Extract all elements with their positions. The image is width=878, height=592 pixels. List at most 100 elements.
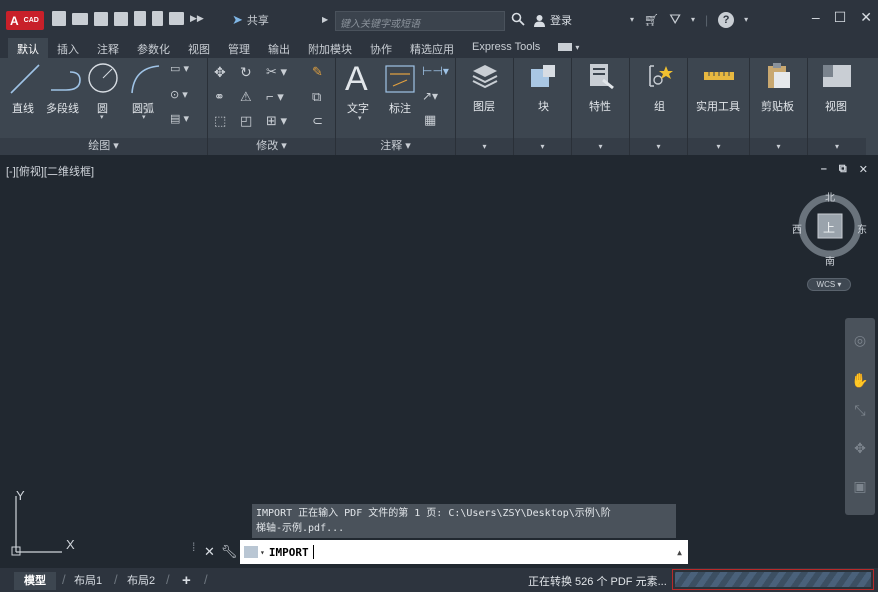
showmotion-icon[interactable]: ▣ [850,478,870,498]
layout-tab-layout2[interactable]: 布局2 [117,572,165,590]
array-icon[interactable]: ⊞ ▾ [266,113,287,129]
draw-panel-footer[interactable]: 绘图 ▾ [0,138,207,155]
help-dropdown-icon[interactable]: ▾ [744,15,748,24]
share-button[interactable]: ➤ 共享 [232,12,269,28]
polyline-label[interactable]: 多段线 [46,100,79,116]
save-as-icon[interactable] [114,11,128,26]
explode-icon[interactable]: ⧉ [312,89,321,105]
command-line-close-icon[interactable]: ✕ [204,544,218,560]
customize-wrench-icon[interactable]: 🔧︎ [218,544,240,560]
circle-icon[interactable] [86,61,120,95]
orbit-icon[interactable]: ✥ [850,440,870,460]
tab-collaborate[interactable]: 协作 [361,38,401,58]
arc-dropdown-icon[interactable]: ▾ [142,113,146,121]
hatch-icon[interactable]: ▤ ▾ [170,112,189,125]
tab-express-tools[interactable]: Express Tools [463,38,549,58]
block-expand-icon[interactable]: ▾ [514,138,571,155]
clipboard-button[interactable]: 剪贴板 ▾ [750,58,808,155]
compass-south[interactable]: 南 [825,253,835,268]
properties-button[interactable]: 特性 ▾ [572,58,630,155]
compass-east[interactable]: 东 [857,221,867,236]
app-logo[interactable]: A CAD [6,11,44,30]
block-button[interactable]: 块 ▾ [514,58,572,155]
wcs-menu[interactable]: WCS ▾ [807,278,851,291]
search-expand-icon[interactable]: ▶ [322,15,328,24]
dropdown-arrow-icon-2[interactable]: ▾ [691,15,695,24]
polyline-icon[interactable] [48,62,84,96]
maximize-icon[interactable]: ☐ [834,9,847,26]
export-icon[interactable] [134,11,146,26]
save-icon[interactable] [94,11,108,26]
stretch-icon[interactable]: ⬚ [214,113,226,129]
layers-button[interactable]: 图层 ▾ [456,58,514,155]
fillet-icon[interactable]: ⌐ ▾ [266,89,284,105]
group-button[interactable]: 组 ▾ [630,58,688,155]
rectangle-icon[interactable]: ▭ ▾ [170,62,189,75]
tab-addins[interactable]: 附加模块 [299,38,361,58]
tab-view[interactable]: 视图 [179,38,219,58]
scale-icon[interactable]: ◰ [240,113,252,129]
tab-insert[interactable]: 插入 [48,38,88,58]
properties-expand-icon[interactable]: ▾ [572,138,629,155]
leader-icon[interactable]: ↗▾ [422,89,438,103]
viewport-controls-label[interactable]: [-][俯视][二维线框] [6,163,94,179]
dimension-icon[interactable] [384,64,416,94]
steering-wheel-icon[interactable]: ◎ [850,332,870,352]
compass-west[interactable]: 西 [792,221,802,236]
mirror-icon[interactable]: ⚠ [240,89,252,105]
ellipse-icon[interactable]: ⊙ ▾ [170,88,188,101]
command-history-expand-icon[interactable]: ▲ [677,548,682,557]
dimension-label[interactable]: 标注 [389,100,411,116]
utilities-button[interactable]: 实用工具 ▾ [688,58,750,155]
minimize-icon[interactable]: – [812,9,820,26]
help-icon[interactable]: ? [718,11,735,28]
cart-icon[interactable]: 🛒︎ [644,13,659,27]
recent-commands-dropdown-icon[interactable]: ▾ [260,548,265,557]
viewport-minimize-icon[interactable]: – [821,163,827,176]
view-expand-icon[interactable]: ▾ [808,138,866,155]
erase-icon[interactable]: ✎ [312,64,323,80]
publish-icon[interactable] [152,11,163,26]
group-expand-icon[interactable]: ▾ [630,138,687,155]
viewport-close-icon[interactable]: ✕ [859,163,868,176]
autodesk-icon[interactable]: ⛛ [669,11,681,28]
modify-panel-footer[interactable]: 修改 ▾ [208,138,335,155]
offset-icon[interactable]: ⊂ [312,113,323,129]
rotate-icon[interactable]: ↻ [240,64,252,81]
text-dropdown-icon[interactable]: ▾ [358,114,362,122]
linear-dim-icon[interactable]: ⊢⊣▾ [422,64,449,78]
viewcube-face-top[interactable]: 上 [823,219,835,236]
utilities-expand-icon[interactable]: ▾ [688,138,749,155]
command-input[interactable]: ▾ IMPORT ▲ [240,540,688,564]
layers-expand-icon[interactable]: ▾ [456,138,513,155]
view-button[interactable]: 视图 ▾ [808,58,866,155]
tab-featured-apps[interactable]: 精选应用 [401,38,463,58]
clipboard-expand-icon[interactable]: ▾ [750,138,807,155]
add-layout-button[interactable]: + [172,572,201,590]
viewport-restore-icon[interactable]: ⧉ [839,163,847,176]
table-icon[interactable]: ▦ [424,112,436,128]
tab-output[interactable]: 输出 [259,38,299,58]
tab-manage[interactable]: 管理 [219,38,259,58]
layout-tab-model[interactable]: 模型 [14,572,56,590]
text-icon[interactable]: A [345,60,368,99]
command-line-grip-icon[interactable]: ⁞ [192,540,204,564]
search-input[interactable]: 键入关键字或短语 [335,11,505,31]
ribbon-minimize-button[interactable]: ▾ [549,38,588,58]
line-icon[interactable] [8,62,42,96]
dropdown-arrow-icon[interactable]: ▾ [630,15,634,24]
layout-tab-layout1[interactable]: 布局1 [64,572,112,590]
line-label[interactable]: 直线 [12,100,34,116]
arc-icon[interactable] [128,62,162,96]
login-button[interactable]: 登录 [533,12,572,28]
tab-annotate[interactable]: 注释 [88,38,128,58]
copy-icon[interactable]: ⚭ [214,89,225,105]
annotation-panel-footer[interactable]: 注释 ▾ [336,138,455,155]
zoom-extents-icon[interactable]: ⤡ [850,402,870,422]
more-tools-icon[interactable]: ▶▶ [190,13,204,24]
tab-default[interactable]: 默认 [8,38,48,58]
compass-north[interactable]: 北 [825,189,835,204]
open-folder-icon[interactable] [72,12,88,25]
pan-icon[interactable]: ✋ [850,372,870,392]
search-icon[interactable] [511,12,525,26]
